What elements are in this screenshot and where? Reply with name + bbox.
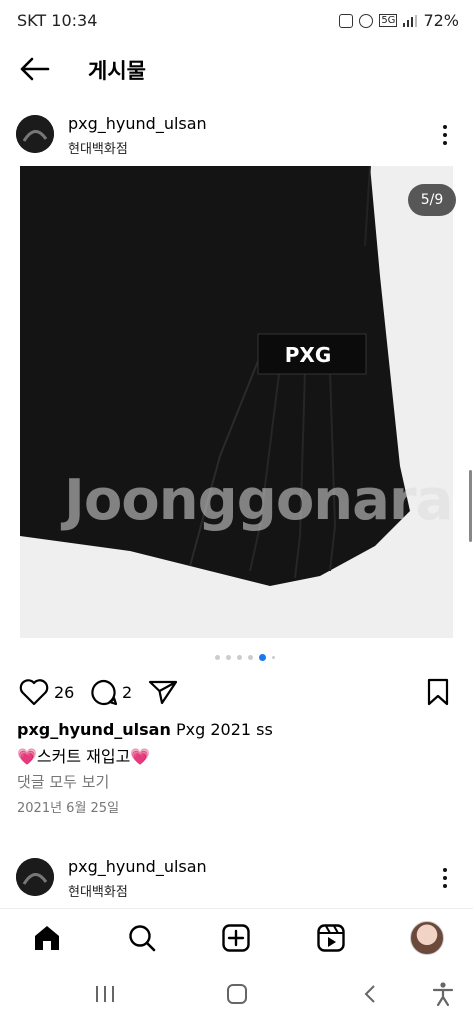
carousel-dot xyxy=(215,655,220,660)
notification-icon xyxy=(339,13,354,28)
post-location[interactable]: 현대백화점 xyxy=(68,138,128,157)
create-icon[interactable] xyxy=(221,923,251,953)
avatar-image xyxy=(16,858,54,896)
scrollbar[interactable] xyxy=(469,470,472,542)
view-all-comments-link[interactable]: 댓글 모두 보기 xyxy=(17,771,109,792)
caption-line-2: 💗스커트 재입고💗 xyxy=(17,747,151,766)
bottom-navigation xyxy=(0,908,473,969)
recent-apps-icon[interactable] xyxy=(94,984,116,1004)
carousel-dot xyxy=(272,656,275,659)
home-button-icon[interactable] xyxy=(226,983,248,1005)
alarm-icon xyxy=(359,13,374,28)
like-heart-icon[interactable] xyxy=(19,678,49,706)
post-avatar[interactable] xyxy=(16,115,54,153)
skirt-photo: PXG xyxy=(20,166,453,638)
caption-text: Pxg 2021 ss xyxy=(175,720,273,739)
image-counter: 5/9 xyxy=(408,184,456,216)
status-icons: 5G 72% xyxy=(339,11,459,30)
next-post-more-options-icon[interactable] xyxy=(435,865,455,891)
share-icon[interactable] xyxy=(148,679,178,705)
comment-icon[interactable] xyxy=(89,678,119,706)
back-button-icon[interactable] xyxy=(360,983,380,1005)
page-title: 게시물 xyxy=(88,59,146,83)
post-image[interactable]: PXG xyxy=(20,166,453,638)
next-post-username[interactable]: pxg_hyund_ulsan xyxy=(68,857,207,876)
status-bar: SKT 10:34 5G 72% xyxy=(0,0,473,44)
caption-username[interactable]: pxg_hyund_ulsan xyxy=(17,720,171,739)
battery-percent: 72% xyxy=(423,11,459,30)
profile-avatar[interactable] xyxy=(410,921,444,955)
post-date: 2021년 6월 25일 xyxy=(17,801,120,816)
carousel-dot xyxy=(226,655,231,660)
signal-icon xyxy=(403,14,418,27)
back-arrow-icon[interactable] xyxy=(18,55,52,83)
post-caption: pxg_hyund_ulsan Pxg 2021 ss xyxy=(17,720,273,739)
more-options-icon[interactable] xyxy=(435,122,455,148)
avatar-image xyxy=(16,115,54,153)
post-username[interactable]: pxg_hyund_ulsan xyxy=(68,114,207,133)
next-post-avatar[interactable] xyxy=(16,858,54,896)
search-icon[interactable] xyxy=(127,923,157,953)
carousel-dot xyxy=(237,655,242,660)
reels-icon[interactable] xyxy=(316,923,346,953)
svg-text:PXG: PXG xyxy=(285,343,332,367)
accessibility-icon[interactable] xyxy=(432,981,454,1007)
comment-count[interactable]: 2 xyxy=(122,683,132,702)
like-count[interactable]: 26 xyxy=(54,683,74,702)
status-time: SKT 10:34 xyxy=(17,11,98,30)
system-navigation-bar xyxy=(0,968,473,1024)
carousel-dot-active xyxy=(259,654,266,661)
network-label: 5G xyxy=(379,14,398,27)
carousel-indicator xyxy=(215,654,275,661)
watermark-text: Joonggonara xyxy=(64,468,453,533)
carousel-dot xyxy=(248,655,253,660)
home-icon[interactable] xyxy=(32,923,62,953)
save-bookmark-icon[interactable] xyxy=(426,678,450,706)
next-post-location[interactable]: 현대백화점 xyxy=(68,881,128,900)
